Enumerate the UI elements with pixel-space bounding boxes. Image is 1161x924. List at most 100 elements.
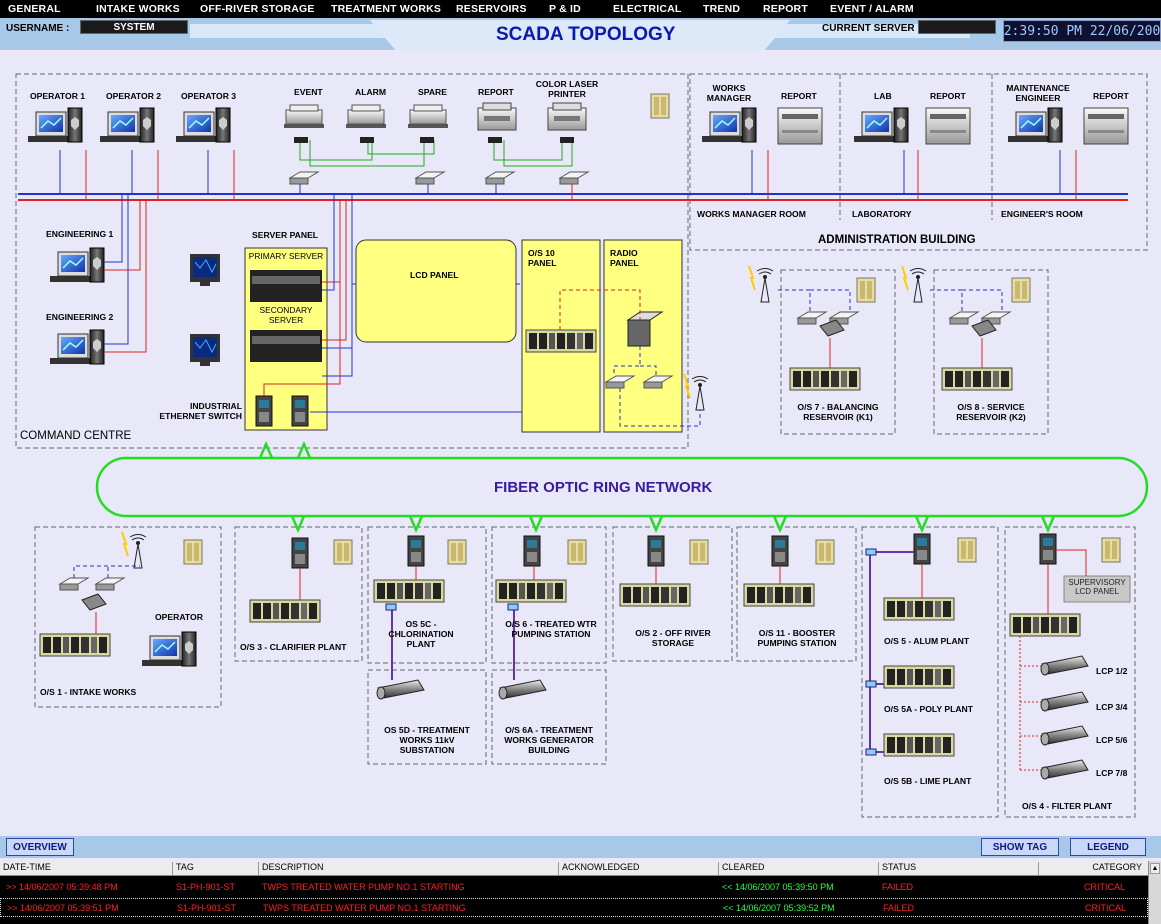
col-cleared[interactable]: CLEARED — [718, 862, 765, 875]
topology-diagram — [15, 73, 1149, 818]
engineering-1-pc[interactable] — [49, 247, 105, 283]
engineer-report-printer[interactable] — [1083, 107, 1129, 145]
menu-trend[interactable]: TREND — [703, 3, 740, 15]
os5-plc[interactable] — [883, 597, 955, 621]
alarm-tag: S1-PH-901-ST — [177, 903, 237, 913]
works-manager-report-label: REPORT — [781, 91, 817, 101]
os4-switch[interactable] — [1039, 533, 1057, 565]
lcd-panel[interactable] — [355, 239, 517, 343]
engineering-2-pc[interactable] — [49, 329, 105, 365]
username-label: USERNAME : — [6, 23, 70, 34]
menu-electrical[interactable]: ELECTRICAL — [613, 3, 682, 15]
k2-cabinet-icon — [1011, 277, 1031, 303]
k1-plc[interactable] — [789, 367, 861, 391]
menu-treatment-works[interactable]: TREATMENT WORKS — [331, 3, 441, 15]
show-tag-button[interactable]: SHOW TAG — [981, 838, 1059, 856]
works-manager-room-label: WORKS MANAGER ROOM — [697, 209, 806, 219]
operator-2-pc[interactable] — [99, 107, 155, 143]
ethernet-switch-a[interactable] — [255, 395, 273, 427]
os5a-plc[interactable] — [883, 665, 955, 689]
col-status[interactable]: STATUS — [878, 862, 916, 875]
alarm-table-header: DATE-TIME TAG DESCRIPTION ACKNOWLEDGED C… — [0, 861, 1161, 876]
os1-operator-pc[interactable] — [141, 631, 197, 667]
alarm-row[interactable]: >> 14/06/2007 05:39:48 PM S1-PH-901-ST T… — [0, 878, 1148, 897]
lcp-5-6-label: LCP 5/6 — [1096, 735, 1128, 745]
maintenance-engineer-pc[interactable] — [1007, 107, 1063, 143]
os1-operator-label: OPERATOR — [155, 612, 203, 622]
os6-switch[interactable] — [523, 535, 541, 567]
os5c-plc[interactable] — [373, 579, 445, 603]
os5-cabinet-icon — [957, 537, 977, 563]
lcp-7-8-icon[interactable] — [1040, 759, 1089, 780]
alarm-category: CRITICAL — [1084, 882, 1126, 892]
os2-cabinet-icon — [689, 539, 709, 565]
alarm-cleared: << 14/06/2007 05:39:52 PM — [723, 903, 835, 913]
os5b-plc[interactable] — [883, 733, 955, 757]
event-printer-label: EVENT — [294, 87, 323, 97]
os11-switch[interactable] — [771, 535, 789, 567]
os11-plc[interactable] — [743, 583, 815, 607]
menu-general[interactable]: GENERAL — [8, 3, 61, 15]
lcp-1-2-icon[interactable] — [1040, 655, 1089, 676]
os5-label: O/S 5 - ALUM PLANT — [884, 636, 970, 646]
lab-report-printer[interactable] — [925, 107, 971, 145]
page-title: SCADA TOPOLOGY — [496, 24, 676, 45]
legend-button[interactable]: LEGEND — [1070, 838, 1146, 856]
menu-report[interactable]: REPORT — [763, 3, 808, 15]
menu-off-river-storage[interactable]: OFF-RIVER STORAGE — [200, 3, 315, 15]
primary-server-monitor — [189, 253, 221, 287]
os5c-switch[interactable] — [407, 535, 425, 567]
os6-plc[interactable] — [495, 579, 567, 603]
event-printer[interactable] — [283, 104, 325, 129]
scroll-up-icon[interactable]: ▲ — [1150, 863, 1160, 874]
alarm-row[interactable]: >> 14/06/2007 05:39:51 PM S1-PH-901-ST T… — [0, 898, 1148, 917]
os10-panel-label: O/S 10 PANEL — [528, 248, 557, 268]
col-description[interactable]: DESCRIPTION — [258, 862, 324, 875]
os1-antenna-icon — [121, 531, 147, 569]
report-printer[interactable] — [477, 102, 517, 131]
k2-plc[interactable] — [941, 367, 1013, 391]
col-date-time[interactable]: DATE-TIME — [0, 862, 51, 875]
menu-intake-works[interactable]: INTAKE WORKS — [96, 3, 180, 15]
cabinet-icon — [650, 93, 670, 119]
engineers-room-label: ENGINEER'S ROOM — [1001, 209, 1083, 219]
overview-button[interactable]: OVERVIEW — [6, 838, 74, 856]
col-category[interactable]: CATEGORY — [1038, 862, 1146, 875]
os4-cabinet-icon — [1101, 537, 1121, 563]
os1-plc[interactable] — [39, 633, 111, 657]
os3-plc[interactable] — [249, 599, 321, 623]
fiber-ring-label: FIBER OPTIC RING NETWORK — [494, 479, 713, 496]
menu-p-and-id[interactable]: P & ID — [549, 3, 581, 15]
ethernet-switch-b[interactable] — [291, 395, 309, 427]
os5-switch[interactable] — [913, 533, 931, 565]
alarm-category: CRITICAL — [1085, 903, 1127, 913]
menu-reservoirs[interactable]: RESERVOIRS — [456, 3, 527, 15]
os4-plc[interactable] — [1009, 613, 1081, 637]
os8-label: O/S 8 - SERVICE RESERVOIR (K2) — [956, 402, 1026, 422]
col-acknowledged[interactable]: ACKNOWLEDGED — [558, 862, 640, 875]
color-laser-printer[interactable] — [547, 102, 587, 131]
alarm-scrollbar[interactable]: ▲ — [1148, 861, 1161, 924]
operator-1-pc[interactable] — [27, 107, 83, 143]
alarm-printer[interactable] — [345, 104, 387, 129]
col-tag[interactable]: TAG — [172, 862, 194, 875]
works-manager-pc[interactable] — [701, 107, 757, 143]
lab-pc[interactable] — [853, 107, 909, 143]
spare-printer[interactable] — [407, 104, 449, 129]
operator-3-pc[interactable] — [175, 107, 231, 143]
os3-cabinet-icon — [333, 539, 353, 565]
secondary-server-monitor — [189, 333, 221, 367]
supervisory-lcd-label: SUPERVISORY LCD PANEL — [1068, 578, 1126, 597]
os3-switch[interactable] — [291, 537, 309, 569]
engineer-report-label: REPORT — [1093, 91, 1129, 101]
os2-switch[interactable] — [647, 535, 665, 567]
report-printer-label: REPORT — [478, 87, 514, 97]
os7-label: O/S 7 - BALANCING RESERVOIR (K1) — [797, 402, 879, 422]
lcp-3-4-icon[interactable] — [1040, 691, 1089, 712]
lcp-5-6-icon[interactable] — [1040, 725, 1089, 746]
works-manager-report-printer[interactable] — [777, 107, 823, 145]
lcp-1-2-label: LCP 1/2 — [1096, 666, 1128, 676]
os2-plc[interactable] — [619, 583, 691, 607]
menu-event-alarm[interactable]: EVENT / ALARM — [830, 3, 914, 15]
os5d-label: OS 5D - TREATMENT WORKS 11kV SUBSTATION — [384, 725, 470, 755]
